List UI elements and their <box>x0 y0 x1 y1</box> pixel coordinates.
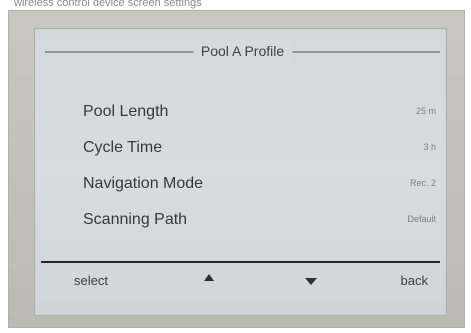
cycle-time-value: 3 h <box>423 142 436 152</box>
lcd-screen: Pool A Profile Pool Length 25 m Cycle Ti… <box>34 28 447 316</box>
back-softkey[interactable]: back <box>401 268 428 294</box>
top-caption: wireless control device screen settings <box>0 0 471 10</box>
softkey-bar: select back <box>35 268 446 296</box>
up-arrow-glyph <box>204 274 214 281</box>
menu-item-cycle-time[interactable]: Cycle Time 3 h <box>35 135 446 161</box>
down-arrow-icon[interactable] <box>303 268 321 286</box>
scanning-path-value: Default <box>407 214 436 224</box>
up-arrow-icon[interactable] <box>201 268 219 286</box>
pool-length-label: Pool Length <box>83 103 169 120</box>
menu-item-pool-length[interactable]: Pool Length 25 m <box>35 99 446 125</box>
menu-item-navigation-mode[interactable]: Navigation Mode Rec. 2 <box>35 171 446 197</box>
footer-divider <box>41 261 440 263</box>
menu-item-scanning-path[interactable]: Scanning Path Default <box>35 207 446 233</box>
pool-length-value: 25 m <box>415 106 436 116</box>
title-row: Pool A Profile <box>45 41 440 65</box>
device-frame: Pool A Profile Pool Length 25 m Cycle Ti… <box>8 10 465 328</box>
down-arrow-glyph <box>305 278 317 285</box>
cycle-time-label: Cycle Time <box>83 139 163 156</box>
navigation-mode-value: Rec. 2 <box>409 178 436 188</box>
navigation-mode-label: Navigation Mode <box>83 175 204 192</box>
scanning-path-label: Scanning Path <box>83 211 188 228</box>
screen-title: Pool A Profile <box>192 41 293 61</box>
select-softkey[interactable]: select <box>74 268 108 294</box>
